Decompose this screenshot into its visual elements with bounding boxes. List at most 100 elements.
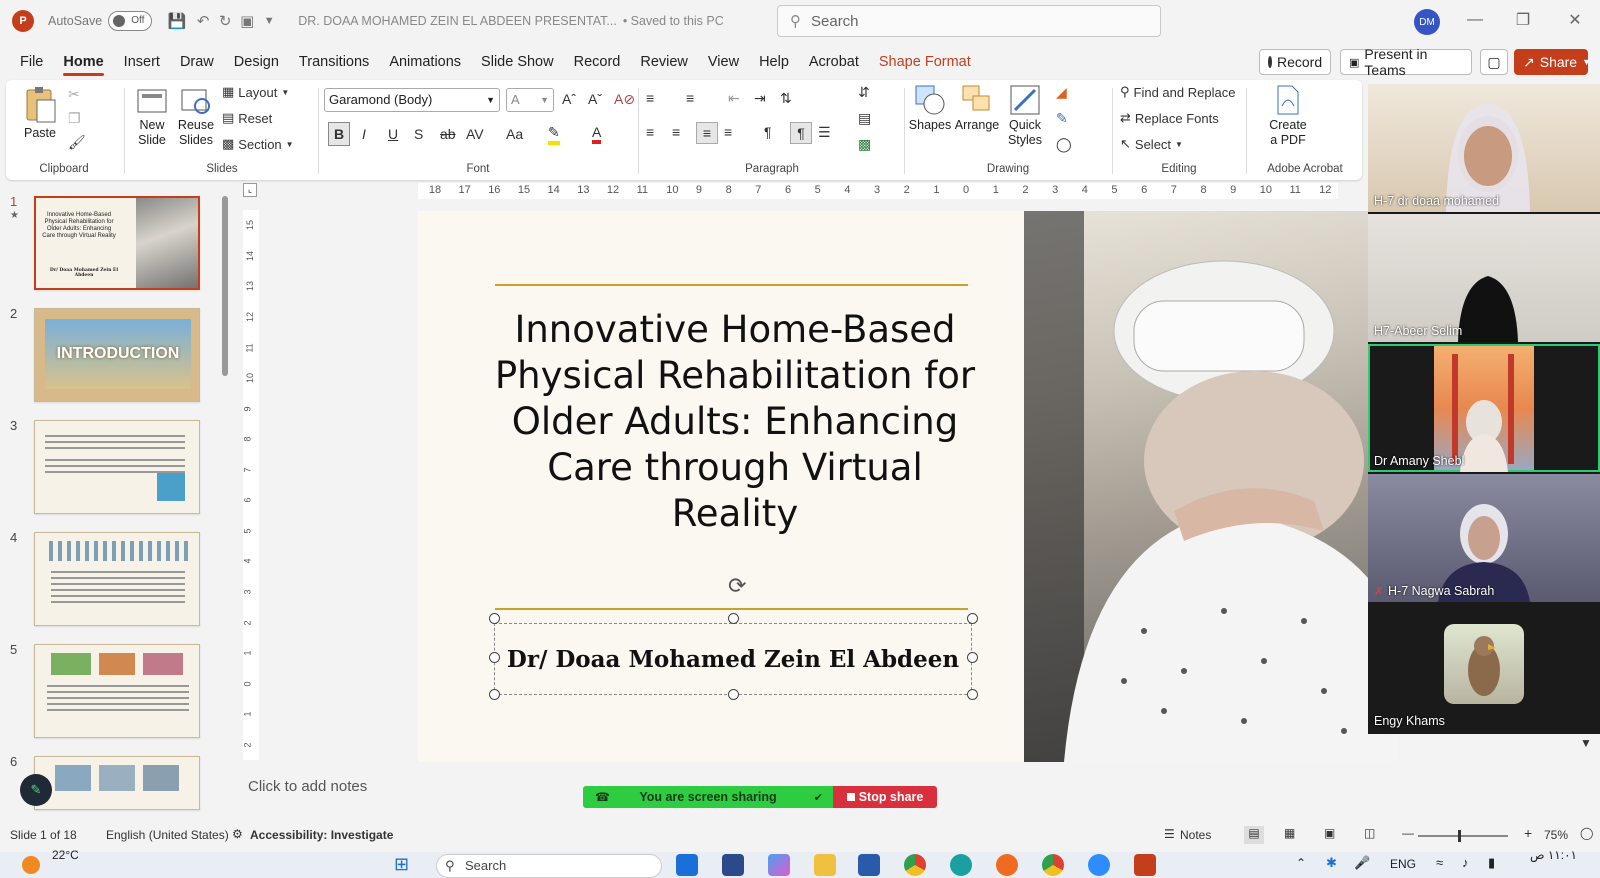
- bullets-icon[interactable]: ≡: [646, 90, 654, 106]
- wifi-icon[interactable]: ≈: [1436, 855, 1443, 870]
- format-painter-icon[interactable]: 🖌: [68, 134, 86, 151]
- tab-draw[interactable]: Draw: [170, 46, 224, 78]
- battery-icon[interactable]: ▮: [1488, 855, 1495, 871]
- create-pdf-button[interactable]: Create a PDF: [1256, 84, 1320, 148]
- outlook-icon[interactable]: [676, 854, 698, 876]
- rotate-handle-icon[interactable]: ⟳: [728, 573, 746, 599]
- align-right-icon[interactable]: ≡: [696, 122, 718, 144]
- record-button[interactable]: Record: [1259, 49, 1331, 75]
- zoom-slider[interactable]: [1418, 830, 1508, 842]
- participant-tile[interactable]: H-7 dr doaa mohamed: [1368, 84, 1600, 212]
- tab-animations[interactable]: Animations: [379, 46, 471, 78]
- slide-thumbnail-5[interactable]: [34, 644, 200, 738]
- align-left-icon[interactable]: ≡: [646, 124, 654, 140]
- increase-indent-icon[interactable]: ⇥: [754, 90, 766, 107]
- accessibility-status[interactable]: Accessibility: Investigate: [250, 828, 393, 842]
- quick-styles-button[interactable]: Quick Styles: [1002, 84, 1048, 148]
- slide-thumbnail-6[interactable]: [34, 756, 200, 810]
- notes-button[interactable]: Notes: [1180, 828, 1211, 842]
- change-case-button[interactable]: Aa: [506, 126, 523, 142]
- stop-share-button[interactable]: Stop share: [833, 786, 937, 808]
- char-spacing-button[interactable]: AV: [466, 126, 484, 142]
- resize-handle[interactable]: [489, 652, 500, 663]
- firefox-icon[interactable]: [996, 854, 1018, 876]
- copilot-icon[interactable]: [768, 854, 790, 876]
- tab-review[interactable]: Review: [630, 46, 698, 78]
- line-spacing-icon[interactable]: ⇅: [780, 90, 792, 107]
- store-icon[interactable]: [722, 854, 744, 876]
- clock-time[interactable]: ١١:٠١ ص: [1530, 848, 1577, 862]
- zoom-level[interactable]: 75%: [1544, 828, 1568, 842]
- text-direction-icon[interactable]: ⇵: [858, 84, 870, 101]
- tab-insert[interactable]: Insert: [114, 46, 170, 78]
- chevron-down-icon[interactable]: ▼: [1580, 736, 1592, 750]
- share-button[interactable]: ↗ Share ▼: [1514, 49, 1591, 75]
- resize-handle[interactable]: [967, 613, 978, 624]
- customize-qat-icon[interactable]: ▼: [258, 10, 280, 32]
- slideshow-view-icon[interactable]: ◫: [1364, 826, 1375, 840]
- slide-author-textbox[interactable]: Dr/ Doaa Mohamed Zein El Abdeen: [494, 623, 972, 695]
- normal-view-icon[interactable]: ▤: [1244, 826, 1264, 844]
- resize-handle[interactable]: [728, 613, 739, 624]
- present-icon[interactable]: ▣: [236, 10, 258, 32]
- windows-start-icon[interactable]: ⊞: [394, 854, 409, 875]
- notes-placeholder[interactable]: Click to add notes: [248, 778, 367, 795]
- resize-handle[interactable]: [489, 689, 500, 700]
- find-replace-button[interactable]: ⚲ Find and Replace: [1120, 84, 1235, 100]
- edit-pen-icon[interactable]: ✎: [20, 774, 52, 806]
- fit-slide-icon[interactable]: ◯: [1580, 826, 1593, 840]
- align-text-icon[interactable]: ▤: [858, 110, 871, 127]
- shape-outline-icon[interactable]: ✎: [1056, 110, 1068, 127]
- vertical-ruler[interactable]: 15 14 13 12 11 10 9 8 7 6 5 4 3 2 1 0 1 2: [243, 210, 259, 760]
- ltr-icon[interactable]: ¶: [764, 124, 772, 140]
- edge-icon[interactable]: [950, 854, 972, 876]
- font-name-select[interactable]: Garamond (Body) ▼: [324, 88, 500, 112]
- resize-handle[interactable]: [728, 689, 739, 700]
- shape-effects-icon[interactable]: ◯: [1056, 136, 1072, 153]
- redo-icon[interactable]: ↻: [214, 10, 236, 32]
- select-button[interactable]: ↖ Select ▼: [1120, 136, 1183, 152]
- save-status[interactable]: • Saved to this PC: [623, 14, 724, 28]
- tab-slide-show[interactable]: Slide Show: [471, 46, 564, 78]
- zoom-in-icon[interactable]: +: [1524, 825, 1532, 841]
- tab-acrobat[interactable]: Acrobat: [799, 46, 869, 78]
- comments-button[interactable]: ▢: [1480, 49, 1508, 75]
- close-icon[interactable]: ✕: [1560, 8, 1590, 32]
- resize-handle[interactable]: [967, 652, 978, 663]
- bluetooth-icon[interactable]: ✱: [1326, 855, 1337, 871]
- tab-home[interactable]: Home: [53, 46, 113, 78]
- participant-tile[interactable]: H-7 Nagwa Sabrah ✗: [1368, 474, 1600, 602]
- slide-thumbnail-4[interactable]: [34, 532, 200, 626]
- slide-thumbnail-1[interactable]: Innovative Home-Based Physical Rehabilit…: [34, 196, 200, 290]
- strikethrough-button[interactable]: ab: [440, 126, 456, 142]
- present-in-teams-button[interactable]: ▣ Present in Teams: [1340, 46, 1472, 78]
- undo-icon[interactable]: ↶: [192, 10, 214, 32]
- layout-button[interactable]: ▦ Layout ▼: [222, 84, 289, 100]
- user-avatar[interactable]: DM: [1414, 9, 1440, 35]
- mic-icon[interactable]: 🎤: [1354, 855, 1370, 871]
- slide-thumbnail-2[interactable]: INTRODUCTION: [34, 308, 200, 402]
- reading-view-icon[interactable]: ▣: [1324, 826, 1335, 840]
- align-center-icon[interactable]: ≡: [672, 124, 680, 140]
- resize-handle[interactable]: [967, 689, 978, 700]
- tab-transitions[interactable]: Transitions: [289, 46, 379, 78]
- tab-help[interactable]: Help: [749, 46, 799, 78]
- decrease-font-icon[interactable]: Aˇ: [588, 91, 602, 107]
- slide-title[interactable]: Innovative Home-Based Physical Rehabilit…: [490, 307, 980, 537]
- section-button[interactable]: ▩ Section ▼: [222, 136, 294, 152]
- smartart-icon[interactable]: ▩: [858, 136, 871, 153]
- numbering-icon[interactable]: ≡: [686, 90, 694, 106]
- zoom-out-icon[interactable]: —: [1402, 826, 1414, 840]
- minimize-icon[interactable]: —: [1460, 8, 1490, 32]
- horizontal-ruler[interactable]: 18 17 16 15 14 13 12 11 10 9 8 7 6 5 4 3 2 1 0 1 2 3 4 5 6 7 8 9 10 1…: [418, 183, 1338, 199]
- tab-record[interactable]: Record: [564, 46, 631, 78]
- shape-fill-icon[interactable]: ◢: [1056, 84, 1067, 101]
- decrease-indent-icon[interactable]: ⇤: [728, 90, 740, 107]
- replace-fonts-button[interactable]: ⇄ Replace Fonts: [1120, 110, 1219, 126]
- volume-icon[interactable]: ♪: [1462, 855, 1469, 870]
- participant-tile-active[interactable]: Dr Amany Shebl: [1368, 344, 1600, 472]
- arrange-button[interactable]: Arrange: [954, 84, 1000, 133]
- paste-button[interactable]: Paste: [20, 86, 60, 141]
- slide-sorter-icon[interactable]: ▦: [1284, 826, 1295, 840]
- copy-icon[interactable]: ❐: [68, 110, 81, 127]
